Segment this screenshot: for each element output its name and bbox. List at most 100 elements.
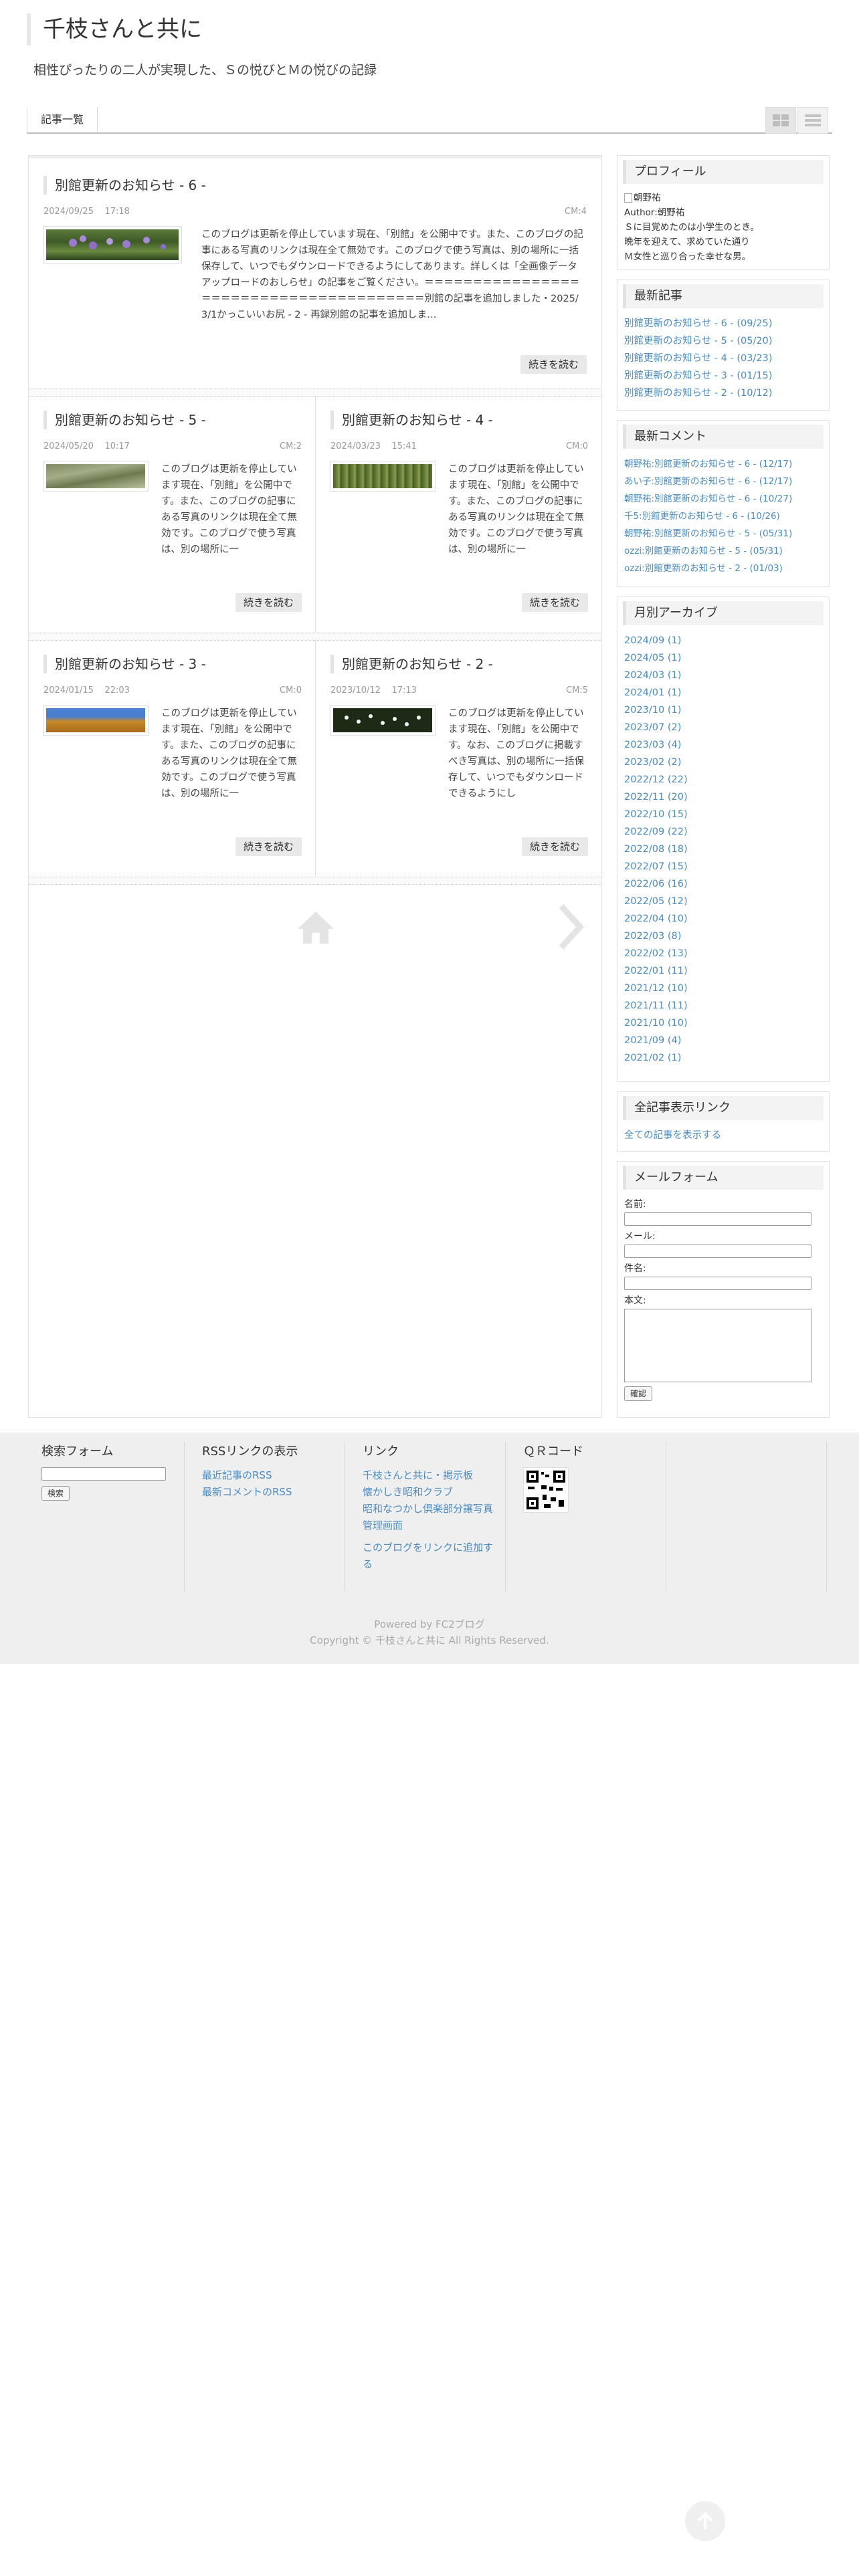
- monthly-archive-plugin: 月別アーカイブ 2024/09 (1) 2024/05 (1) 2024/03 (1…: [617, 597, 830, 1082]
- profile-text-line: Ｍ女性と巡り合った幸せな男。: [624, 251, 751, 262]
- entry-title[interactable]: 別館更新のお知らせ - 3 -: [43, 655, 206, 673]
- entry-title[interactable]: 別館更新のお知らせ - 6 -: [43, 176, 206, 195]
- recent-comment-link[interactable]: 朝野祐:別館更新のお知らせ - 6 - (12/17): [624, 455, 824, 473]
- add-link-link[interactable]: このブログをリンクに追加する: [363, 1539, 498, 1573]
- entry-card: 別館更新のお知らせ - 2 - 2023/10/12 17:13 CM:5 この…: [316, 640, 601, 877]
- entry-thumbnail[interactable]: [330, 706, 435, 735]
- profile-text-line: Ｓに目覚めたのは小学生のとき。: [624, 222, 759, 233]
- recent-comment-link[interactable]: ozzi:別館更新のお知らせ - 2 - (01/03): [624, 560, 824, 577]
- body-textarea[interactable]: [624, 1309, 812, 1382]
- archive-link[interactable]: 2024/05 (1): [624, 649, 824, 667]
- comment-count[interactable]: CM:2: [280, 441, 302, 451]
- archive-link[interactable]: 2022/08 (18): [624, 841, 824, 858]
- read-more-button[interactable]: 続きを読む: [521, 837, 588, 856]
- site-description: 相性ぴったりの二人が実現した、Ｓの悦びとＭの悦びの記録: [33, 63, 377, 78]
- archive-link[interactable]: 2021/11 (11): [624, 997, 824, 1014]
- grid-view-icon: [773, 114, 789, 126]
- archive-link[interactable]: 2023/10 (1): [624, 702, 824, 719]
- entry-thumbnail[interactable]: [43, 461, 148, 491]
- comment-count[interactable]: CM:4: [565, 207, 587, 217]
- archive-link[interactable]: 2024/03 (1): [624, 667, 824, 684]
- recent-entry-link[interactable]: 別館更新のお知らせ - 2 - (10/12): [624, 385, 824, 402]
- entry-date: 2024/09/25 17:18: [43, 207, 130, 217]
- comment-count[interactable]: CM:0: [280, 685, 302, 695]
- archive-link[interactable]: 2023/07 (2): [624, 719, 824, 736]
- subject-input[interactable]: [624, 1277, 812, 1290]
- archive-link[interactable]: 2022/12 (22): [624, 771, 824, 788]
- archive-link[interactable]: 2024/09 (1): [624, 632, 824, 649]
- entry-title[interactable]: 別館更新のお知らせ - 5 -: [43, 411, 206, 429]
- footer-link[interactable]: 千枝さんと共に・掲示板: [363, 1467, 498, 1484]
- archive-link[interactable]: 2022/04 (10): [624, 910, 824, 928]
- archive-link[interactable]: 2022/01 (11): [624, 962, 824, 980]
- recent-entry-link[interactable]: 別館更新のお知らせ - 4 - (03/23): [624, 350, 824, 367]
- entry-card: 別館更新のお知らせ - 3 - 2024/01/15 22:03 CM:0 この…: [29, 640, 315, 877]
- entry-excerpt: このブログは更新を停止しています現在、「別館」を公開中です。また、このブログの記…: [201, 229, 583, 320]
- home-icon: [298, 911, 334, 944]
- entry-thumbnail[interactable]: [43, 706, 148, 735]
- recent-comment-link[interactable]: 朝野祐:別館更新のお知らせ - 5 - (05/31): [624, 525, 824, 542]
- comment-count[interactable]: CM:0: [566, 441, 588, 451]
- recent-entries-plugin: 最新記事 別館更新のお知らせ - 6 - (09/25) 別館更新のお知らせ -…: [617, 280, 830, 411]
- read-more-button[interactable]: 続きを読む: [235, 837, 302, 856]
- entry-thumbnail[interactable]: [330, 461, 435, 491]
- footer-link[interactable]: 昭和なつかし倶楽部分譲写真: [363, 1501, 498, 1517]
- entry-title[interactable]: 別館更新のお知らせ - 4 -: [330, 411, 493, 429]
- archive-list: 2024/09 (1) 2024/05 (1) 2024/03 (1) 2024/01…: [624, 632, 824, 1067]
- footer-link[interactable]: 懐かしき昭和クラブ: [363, 1484, 498, 1501]
- archive-link[interactable]: 2022/10 (15): [624, 806, 824, 823]
- rss-recent-link[interactable]: 最近記事のRSS: [202, 1467, 338, 1484]
- recent-comment-link[interactable]: あい子:別館更新のお知らせ - 6 - (12/17): [624, 473, 824, 490]
- recent-comment-link[interactable]: ozzi:別館更新のお知らせ - 5 - (05/31): [624, 542, 824, 560]
- recent-entry-link[interactable]: 別館更新のお知らせ - 6 - (09/25): [624, 315, 824, 332]
- divider: [29, 877, 601, 885]
- recent-entry-link[interactable]: 別館更新のお知らせ - 3 - (01/15): [624, 367, 824, 385]
- profile-plugin: プロフィール 朝野祐 Author:朝野祐 Ｓに目覚めたのは小学生のとき。 晩年…: [617, 155, 830, 270]
- archive-link[interactable]: 2021/12 (10): [624, 980, 824, 997]
- next-page-button[interactable]: [557, 903, 585, 953]
- archive-link[interactable]: 2022/06 (16): [624, 875, 824, 893]
- footer-link[interactable]: 管理画面: [363, 1517, 498, 1534]
- recent-comment-link[interactable]: 朝野祐:別館更新のお知らせ - 6 - (10/27): [624, 490, 824, 508]
- archive-link[interactable]: 2024/01 (1): [624, 684, 824, 702]
- recent-comment-link[interactable]: 千5:別館更新のお知らせ - 6 - (10/26): [624, 508, 824, 525]
- archive-link[interactable]: 2022/07 (15): [624, 858, 824, 875]
- archive-link[interactable]: 2023/02 (2): [624, 754, 824, 771]
- name-input[interactable]: [624, 1212, 812, 1226]
- archive-link[interactable]: 2023/03 (4): [624, 736, 824, 754]
- search-button[interactable]: 検索: [41, 1486, 70, 1501]
- archive-link[interactable]: 2022/03 (8): [624, 928, 824, 945]
- entry-date: 2023/10/12 17:13: [330, 685, 417, 695]
- profile-author: Author:朝野祐: [624, 207, 685, 218]
- archive-link[interactable]: 2022/11 (20): [624, 788, 824, 806]
- footer-title: ＱＲコード: [523, 1444, 583, 1459]
- site-title[interactable]: 千枝さんと共に: [27, 13, 202, 45]
- grid-view-button[interactable]: [765, 107, 796, 134]
- entry-title[interactable]: 別館更新のお知らせ - 2 -: [330, 655, 493, 673]
- read-more-button[interactable]: 続きを読む: [520, 355, 587, 374]
- entry-date: 2024/03/23 15:41: [330, 441, 417, 451]
- entry-thumbnail[interactable]: [43, 227, 181, 263]
- archive-link[interactable]: 2021/02 (1): [624, 1049, 824, 1067]
- rss-comments-link[interactable]: 最新コメントのRSS: [202, 1484, 338, 1501]
- recent-comments-plugin: 最新コメント 朝野祐:別館更新のお知らせ - 6 - (12/17) あい子:別…: [617, 420, 830, 587]
- archive-link[interactable]: 2022/02 (13): [624, 945, 824, 962]
- archive-link[interactable]: 2022/05 (12): [624, 893, 824, 910]
- page-top-button[interactable]: [685, 2501, 725, 2541]
- confirm-button[interactable]: 確認: [624, 1386, 653, 1401]
- comment-count[interactable]: CM:5: [566, 685, 588, 695]
- email-input[interactable]: [624, 1245, 812, 1258]
- all-entries-link[interactable]: 全ての記事を表示する: [624, 1127, 824, 1144]
- read-more-button[interactable]: 続きを読む: [521, 593, 588, 612]
- archive-link[interactable]: 2021/09 (4): [624, 1032, 824, 1049]
- home-button[interactable]: [296, 910, 335, 948]
- qr-code-icon: [523, 1467, 569, 1513]
- name-label: 名前:: [624, 1199, 646, 1210]
- read-more-button[interactable]: 続きを読む: [235, 593, 302, 612]
- list-view-button[interactable]: [797, 107, 828, 134]
- tab-entries-list[interactable]: 記事一覧: [27, 107, 98, 132]
- recent-entry-link[interactable]: 別館更新のお知らせ - 5 - (05/20): [624, 332, 824, 350]
- search-input[interactable]: [41, 1467, 166, 1481]
- archive-link[interactable]: 2021/10 (10): [624, 1014, 824, 1032]
- archive-link[interactable]: 2022/09 (22): [624, 823, 824, 841]
